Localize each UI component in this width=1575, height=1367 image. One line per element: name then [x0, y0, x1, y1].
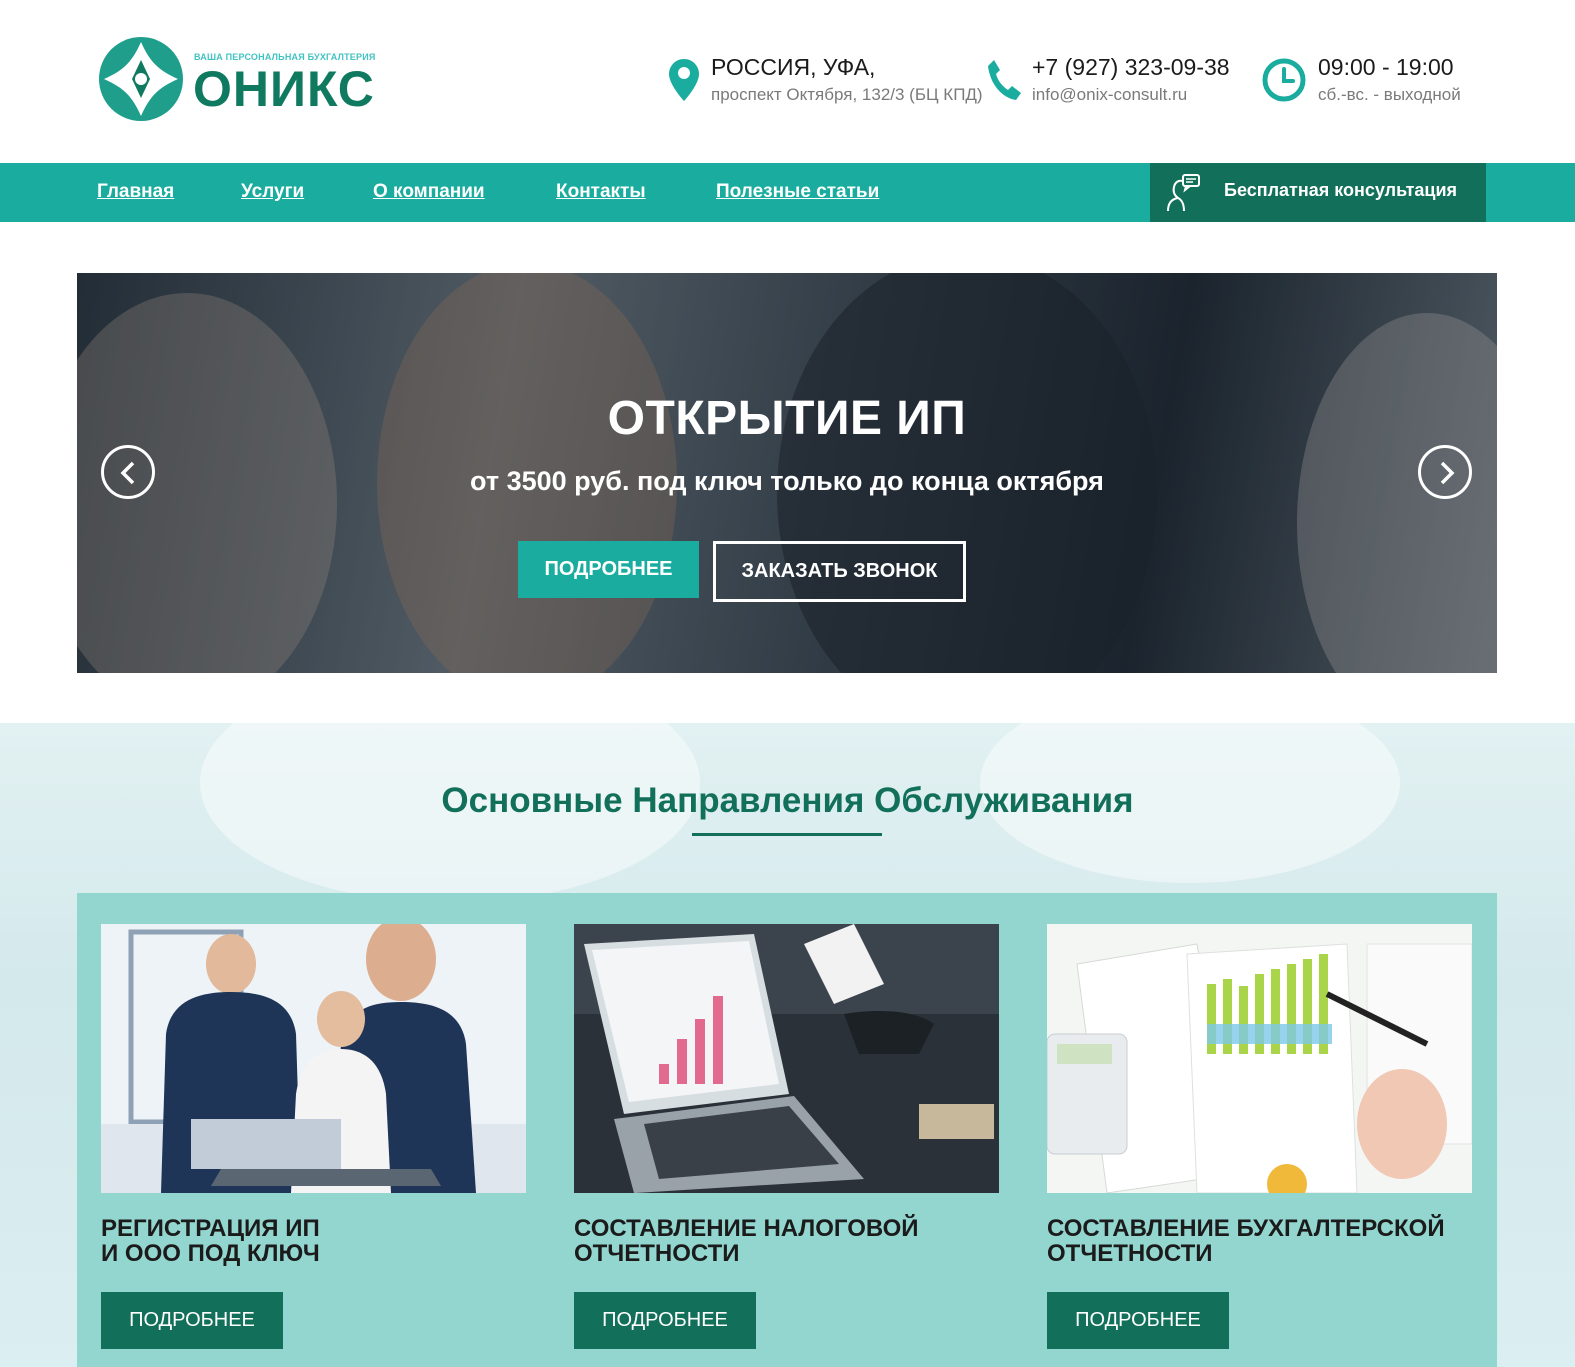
email-link[interactable]: info@onix-consult.ru: [1032, 85, 1187, 105]
nav-item-articles[interactable]: Полезные статьи: [716, 181, 879, 203]
slider-prev-button[interactable]: [101, 445, 155, 499]
chevron-left-icon: [120, 461, 135, 485]
service-name: СОСТАВЛЕНИЕ БУХГАЛТЕРСКОЙ ОТЧЕТНОСТИ: [1047, 1215, 1445, 1267]
slider-next-button[interactable]: [1418, 445, 1472, 499]
location-pin-icon: [669, 59, 699, 101]
hours-note: сб.-вс. - выходной: [1318, 85, 1461, 104]
clock-icon: [1262, 58, 1306, 102]
phone-icon: [988, 60, 1021, 100]
nav-item-contacts[interactable]: Контакты: [556, 181, 646, 203]
main-nav: Главная Услуги О компании Контакты Полез…: [0, 163, 1575, 222]
service-name: РЕГИСТРАЦИЯ ИП И ООО ПОД КЛЮЧ: [101, 1215, 320, 1267]
hero-callback-button[interactable]: ЗАКАЗАТЬ ЗВОНОК: [713, 541, 966, 602]
title-underline: [692, 833, 882, 836]
service-image-charts[interactable]: [1047, 924, 1472, 1193]
chevron-right-icon: [1440, 461, 1455, 485]
service-image-team[interactable]: [101, 924, 526, 1193]
site-header: ВАША ПЕРСОНАЛЬНАЯ БУХГАЛТЕРИЯ ОНИКС РОСС…: [0, 0, 1575, 163]
services-title: Основные Направления Обслуживания: [441, 781, 1134, 820]
nav-item-about[interactable]: О компании: [373, 181, 485, 203]
address-city: РОССИЯ, УФА,: [711, 54, 876, 80]
nav-item-services[interactable]: Услуги: [241, 181, 304, 203]
service-name: СОСТАВЛЕНИЕ НАЛОГОВОЙ ОТЧЕТНОСТИ: [574, 1215, 919, 1267]
hero-subtitle: от 3500 руб. под ключ только до конца ок…: [470, 466, 1104, 496]
consultation-label: Бесплатная консультация: [1224, 180, 1458, 200]
hero-slider: ОТКРЫТИЕ ИП от 3500 руб. под ключ только…: [77, 273, 1497, 673]
logo-mark-icon: [99, 37, 183, 121]
phone-number[interactable]: +7 (927) 323-09-38: [1032, 54, 1230, 81]
service-image-laptop[interactable]: [574, 924, 999, 1193]
logo-name: ОНИКС: [193, 61, 375, 117]
address-street: проспект Октября, 132/3 (БЦ КПД): [711, 85, 983, 104]
service-more-button[interactable]: ПОДРОБНЕЕ: [574, 1292, 756, 1349]
service-more-button[interactable]: ПОДРОБНЕЕ: [1047, 1292, 1229, 1349]
consultant-icon: [1167, 174, 1200, 212]
nav-item-home[interactable]: Главная: [97, 181, 174, 203]
service-more-button[interactable]: ПОДРОБНЕЕ: [101, 1292, 283, 1349]
services-panel: РЕГИСТРАЦИЯ ИП И ООО ПОД КЛЮЧ ПОДРОБНЕЕ: [77, 893, 1497, 1367]
logo[interactable]: ВАША ПЕРСОНАЛЬНАЯ БУХГАЛТЕРИЯ ОНИКС: [98, 36, 398, 126]
working-hours: 09:00 - 19:00: [1318, 54, 1454, 80]
free-consultation-button[interactable]: Бесплатная консультация: [1150, 163, 1486, 222]
services-section: Основные Направления Обслуживания РЕГИСТ…: [0, 723, 1575, 1367]
hero-more-button[interactable]: ПОДРОБНЕЕ: [518, 541, 699, 598]
hero-title: ОТКРЫТИЕ ИП: [607, 392, 967, 445]
